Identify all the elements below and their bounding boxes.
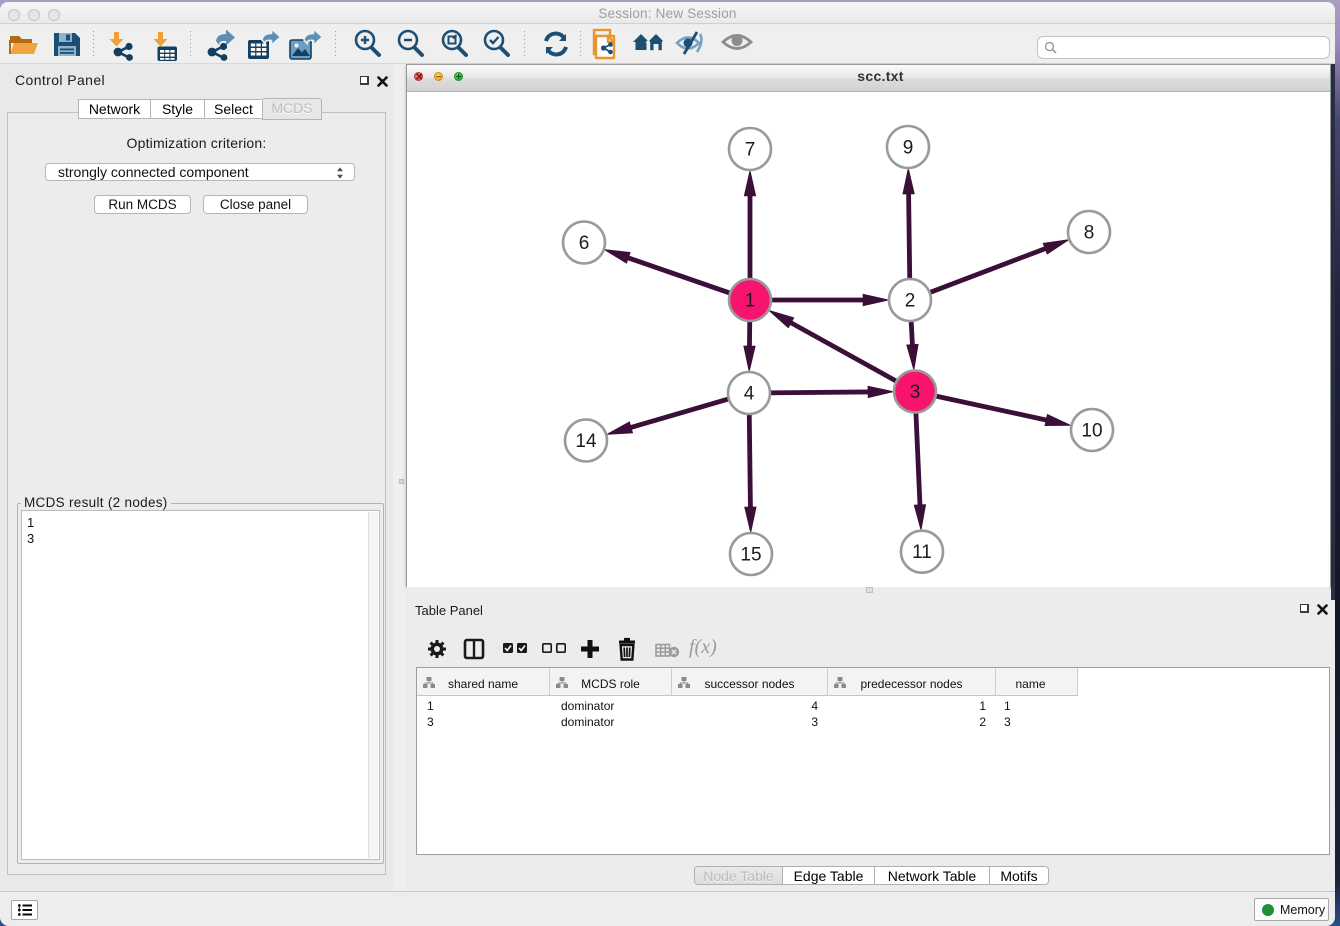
svg-text:1: 1	[745, 291, 756, 312]
svg-text:15: 15	[740, 545, 761, 566]
svg-text:10: 10	[1081, 421, 1102, 442]
svg-text:7: 7	[745, 140, 756, 161]
svg-text:14: 14	[575, 431, 597, 452]
svg-text:11: 11	[912, 542, 932, 563]
svg-text:9: 9	[903, 138, 914, 159]
svg-text:3: 3	[910, 382, 921, 403]
svg-text:6: 6	[579, 233, 590, 254]
svg-text:8: 8	[1084, 223, 1095, 244]
svg-text:4: 4	[744, 384, 755, 405]
svg-text:2: 2	[905, 291, 916, 312]
